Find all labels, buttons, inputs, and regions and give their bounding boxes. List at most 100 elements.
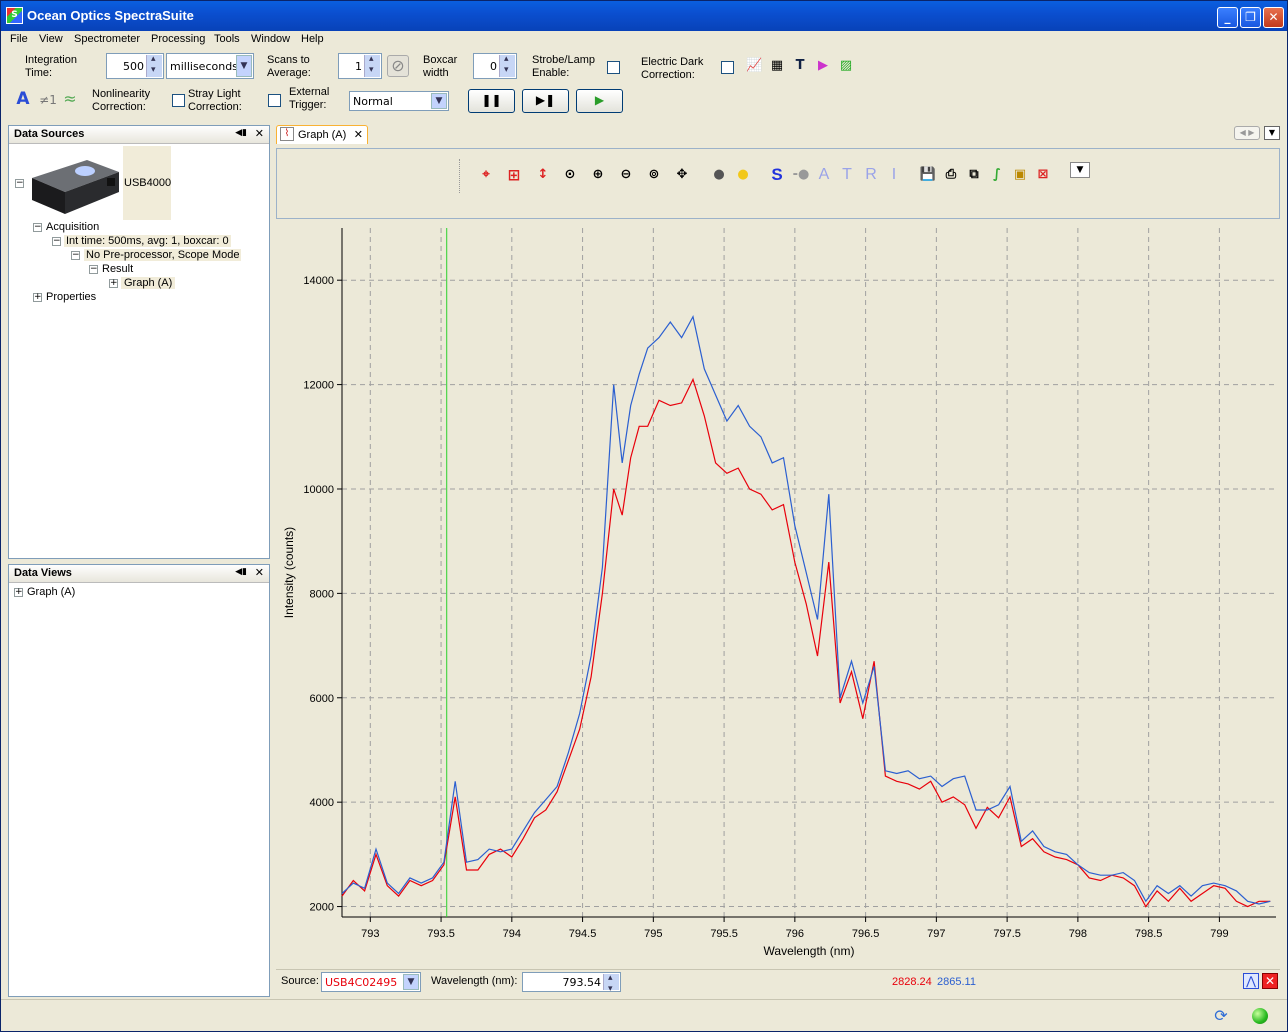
zoom-out-icon[interactable]: ⊖ [617,166,635,184]
collapse-icon[interactable]: − [15,179,24,188]
chevron-down-icon[interactable]: ▼ [403,974,419,990]
toolbar-dropdown-icon[interactable]: ▼ [1070,162,1090,178]
properties-node[interactable]: Properties [46,291,96,303]
clear-icon[interactable]: ✕ [1262,973,1278,989]
wavelength-spinner[interactable]: 793.54 [522,972,621,994]
trigger-mode-select[interactable]: Normal ▼ [349,91,449,111]
expand-icon[interactable]: + [109,279,118,288]
nonlinearity-checkbox[interactable] [172,94,185,107]
spinner-arrows-icon[interactable] [603,973,619,994]
step-button[interactable]: ▶❚ [522,89,569,113]
play-button[interactable]: ▶ [576,89,623,113]
menu-processing[interactable]: Processing [151,33,205,45]
close-icon[interactable]: ✕ [255,566,264,579]
strobe-enable-checkbox[interactable] [607,61,620,74]
collapse-icon[interactable]: − [71,251,80,260]
chevron-down-icon[interactable]: ▼ [236,55,252,77]
pin-icon[interactable]: ◀▮ [235,567,247,577]
integration-time-spinner[interactable]: 500 [106,53,164,79]
collapse-icon[interactable]: − [33,223,42,232]
integration-time-value: 500 [123,60,144,73]
menu-spectrometer[interactable]: Spectrometer [74,33,140,45]
text-view-icon[interactable]: T [792,58,808,74]
menu-help[interactable]: Help [301,33,324,45]
zoom-box-icon[interactable]: ⊞ [505,166,523,184]
not-equal-one-icon[interactable]: ≠1 [38,92,58,108]
print-icon[interactable]: ⎙ [942,166,960,184]
bulb-off-icon[interactable]: ● [710,166,728,184]
transmission-mode-icon[interactable]: T [838,166,856,184]
chevron-down-icon[interactable]: ▼ [431,93,447,109]
no-entry-icon[interactable]: ⊘ [387,55,409,77]
graph-view-icon[interactable]: 📈 [746,58,762,74]
electric-dark-label: Electric Dark Correction: [641,56,703,82]
tab-list-dropdown-icon[interactable]: ▼ [1264,126,1280,140]
zoom-in-icon[interactable]: ⊕ [589,166,607,184]
copy-icon[interactable]: ⧉ [965,166,983,184]
preprocessor-node[interactable]: No Pre-processor, Scope Mode [84,249,242,261]
restore-button[interactable]: ❐ [1240,7,1261,28]
scope-mode-icon[interactable]: S [768,166,786,184]
minimize-button[interactable]: _ [1217,7,1238,28]
zoom-vertical-icon[interactable]: ↕ [534,166,552,184]
device-node[interactable]: USB4000 [124,177,171,189]
tab-scroll-arrows-icon[interactable]: ◀ ▶ [1234,126,1260,140]
close-button[interactable]: ✕ [1263,7,1284,28]
close-icon[interactable]: ✕ [255,127,264,140]
font-a-icon[interactable]: A [15,91,31,108]
menu-view[interactable]: View [39,33,63,45]
bulb-on-icon[interactable]: ● [734,166,752,184]
overlay-add-icon[interactable]: ▣ [1011,166,1029,184]
wave-icon[interactable]: ≈ [61,91,79,107]
spinner-arrows-icon[interactable] [364,54,380,77]
menu-file[interactable]: File [10,33,28,45]
app-logo-icon: S [6,7,23,24]
refresh-icon[interactable]: ⟳ [1213,1008,1229,1024]
absorbance-mode-icon[interactable]: A [815,166,833,184]
electric-dark-checkbox[interactable] [721,61,734,74]
pan-icon[interactable]: ✥ [673,166,691,184]
lamp-icon[interactable]: -● [792,166,810,184]
collapse-icon[interactable]: − [52,237,61,246]
color-view-icon[interactable]: ▶ [815,58,831,74]
int-time-node[interactable]: Int time: 500ms, avg: 1, boxcar: 0 [64,235,231,247]
x-tick-label: 796 [786,928,804,940]
peak-icon[interactable]: ⋀ [1243,973,1259,989]
pause-button[interactable]: ❚❚ [468,89,515,113]
graph-node[interactable]: Graph (A) [121,277,176,289]
spectrum-chart[interactable]: 793 793.5 794 794.5 795 795.5 796 796.5 797 797.5… [276,220,1280,966]
table-view-icon[interactable]: ▦ [769,58,785,74]
result-node[interactable]: Result [102,263,133,275]
scans-to-average-spinner[interactable]: 1 [338,53,382,79]
pin-icon[interactable]: ◀▮ [235,128,247,138]
irradiance-mode-icon[interactable]: I [885,166,903,184]
zoom-fit-icon[interactable]: ⊙ [561,166,579,184]
boxcar-width-spinner[interactable]: 0 [473,53,517,79]
strobe-label: Strobe/Lamp Enable: [532,54,595,80]
y-axis-label: Intensity (counts) [282,527,296,618]
x-tick-label: 795.5 [710,928,738,940]
stray-light-checkbox[interactable] [268,94,281,107]
menu-tools[interactable]: Tools [214,33,240,45]
collapse-icon[interactable]: − [89,265,98,274]
expand-icon[interactable]: + [14,588,23,597]
crosshair-icon[interactable]: ⌖ [477,166,495,184]
close-tab-icon[interactable]: ✕ [354,128,363,141]
spinner-arrows-icon[interactable] [499,54,515,77]
tab-graph-a[interactable]: ⌇ Graph (A) ✕ [276,125,368,144]
overlay-view-icon[interactable]: ▨ [838,58,854,74]
save-icon[interactable]: 💾 [919,166,937,184]
x-tick-label: 793.5 [427,928,455,940]
curve-icon[interactable]: ∫ [988,166,1006,184]
graph-view-node[interactable]: Graph (A) [27,586,75,598]
zoom-reset-icon[interactable]: ⊚ [645,166,663,184]
acquisition-node[interactable]: Acquisition [46,221,99,233]
expand-icon[interactable]: + [33,293,42,302]
stray-label-line2: Correction: [188,101,242,113]
menu-window[interactable]: Window [251,33,290,45]
spinner-arrows-icon[interactable] [146,54,162,77]
reflection-mode-icon[interactable]: R [862,166,880,184]
integration-unit-select[interactable]: milliseconds ▼ [166,53,254,79]
source-select[interactable]: USB4C02495 ▼ [321,972,421,992]
overlay-remove-icon[interactable]: ⊠ [1034,166,1052,184]
